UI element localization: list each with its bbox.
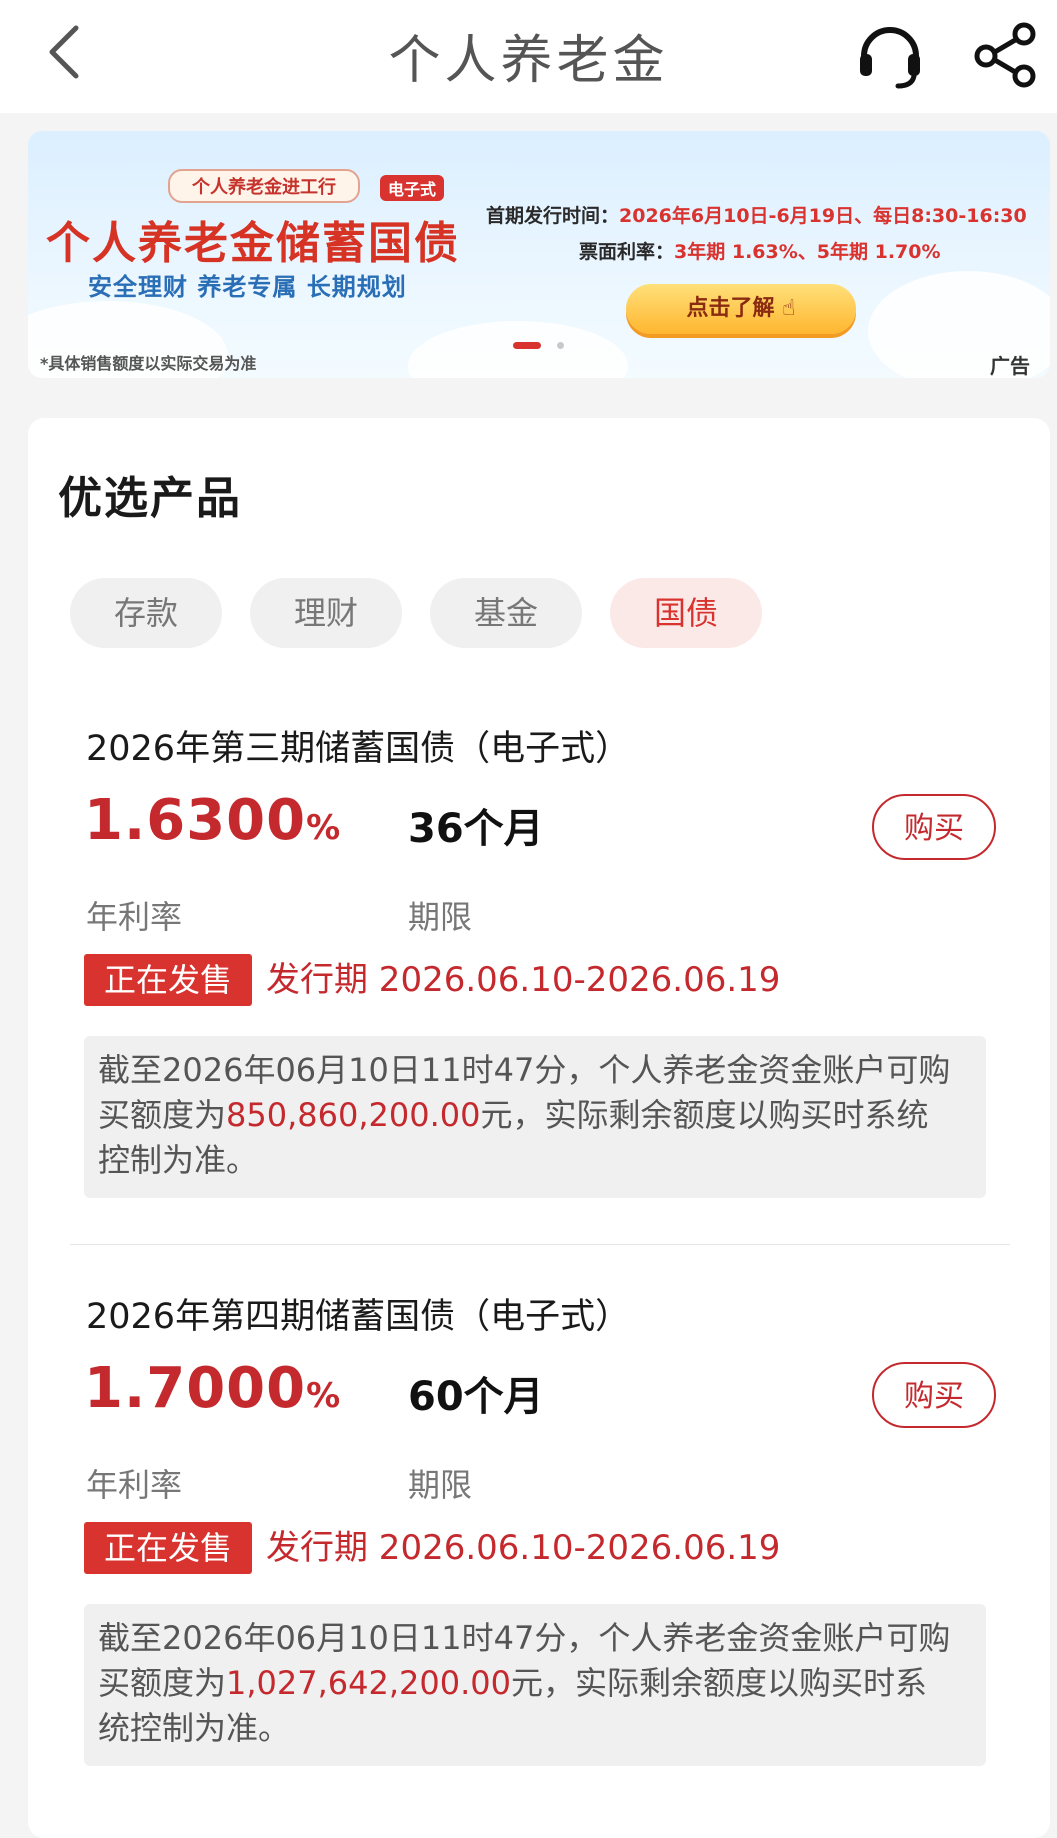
term-value: 36个月 <box>408 806 544 852</box>
rate-label: 票面利率： <box>579 241 675 263</box>
tab-fund[interactable]: 基金 <box>430 578 582 648</box>
banner-issue-info: 首期发行时间：2026年6月10日-6月19日、每日8:30-16:30 <box>486 201 1027 228</box>
tab-deposit[interactable]: 存款 <box>70 578 222 648</box>
term-label: 期限 <box>408 898 473 936</box>
buy-button[interactable]: 购买 <box>872 1362 996 1428</box>
term-value: 60个月 <box>408 1374 544 1420</box>
banner-rate-info: 票面利率：3年期 1.63%、5年期 1.70% <box>579 237 941 264</box>
products-panel: 优选产品 存款 理财 基金 国债 2026年第三期储蓄国债（电子式） 1.630… <box>28 418 1050 1838</box>
product-name: 2026年第四期储蓄国债（电子式） <box>86 1297 631 1337</box>
section-title: 优选产品 <box>58 473 242 524</box>
banner-disclaimer: *具体销售额度以实际交易为准 <box>40 354 257 373</box>
carousel-dot-active[interactable] <box>513 342 541 349</box>
divider <box>70 1244 1010 1245</box>
notice-line: 买额度为1,027,642,200.00元，实际剩余额度以购买时系 <box>98 1661 972 1706</box>
rate-unit: % <box>306 808 342 848</box>
rate-label: 年利率 <box>86 1466 183 1504</box>
banner-title: 个人养老金储蓄国债 <box>46 218 460 269</box>
learn-more-button[interactable]: 点击了解 ☝ <box>626 284 856 334</box>
issue-label: 首期发行时间： <box>486 205 620 227</box>
buy-button[interactable]: 购买 <box>872 794 996 860</box>
ad-label: 广告 <box>990 354 1030 378</box>
status-badge: 正在发售 <box>84 954 252 1006</box>
headset-icon[interactable] <box>852 16 928 92</box>
issue-period: 发行期 2026.06.10-2026.06.19 <box>266 1528 781 1568</box>
top-bar: 个人养老金 <box>0 0 1057 113</box>
notice-line: 控制为准。 <box>98 1141 259 1179</box>
status-badge: 正在发售 <box>84 1522 252 1574</box>
issue-value: 2026年6月10日-6月19日、每日8:30-16:30 <box>619 205 1027 227</box>
notice-text: 元，实际剩余额度以购买时系 <box>511 1664 928 1702</box>
learn-more-label: 点击了解 <box>686 296 775 321</box>
notice-line: 买额度为850,860,200.00元，实际剩余额度以购买时系统 <box>98 1093 972 1138</box>
notice-text: 元，实际剩余额度以购买时系统 <box>480 1096 929 1134</box>
notice-line: 截至2026年06月10日11时47分，个人养老金资金账户可购 <box>98 1051 951 1089</box>
banner-tag: 个人养老金进工行 <box>168 169 360 203</box>
promo-banner[interactable]: 个人养老金进工行 电子式 个人养老金储蓄国债 安全理财 养老专属 长期规划 首期… <box>28 131 1050 378</box>
rate-unit: % <box>306 1376 342 1416</box>
quota-amount: 1,027,642,200.00 <box>226 1664 512 1702</box>
hand-pointer-icon: ☝ <box>782 296 796 321</box>
term-label: 期限 <box>408 1466 473 1504</box>
notice-line: 统控制为准。 <box>98 1709 291 1747</box>
tab-bond[interactable]: 国债 <box>610 578 762 648</box>
quota-notice: 截至2026年06月10日11时47分，个人养老金资金账户可购 买额度为850,… <box>84 1036 986 1198</box>
issue-period: 发行期 2026.06.10-2026.06.19 <box>266 960 781 1000</box>
tab-wealth[interactable]: 理财 <box>250 578 402 648</box>
notice-line: 截至2026年06月10日11时47分，个人养老金资金账户可购 <box>98 1619 951 1657</box>
notice-text: 买额度为 <box>98 1664 227 1702</box>
rate-value: 3年期 1.63%、5年期 1.70% <box>674 241 941 263</box>
quota-notice: 截至2026年06月10日11时47分，个人养老金资金账户可购 买额度为1,02… <box>84 1604 986 1766</box>
banner-subtitle: 安全理财 养老专属 长期规划 <box>88 273 407 301</box>
share-icon[interactable] <box>968 16 1044 92</box>
rate-label: 年利率 <box>86 898 183 936</box>
carousel-dot[interactable] <box>557 342 564 349</box>
notice-text: 买额度为 <box>98 1096 227 1134</box>
interest-rate: 1.6300% <box>84 788 341 853</box>
banner-electronic-tag: 电子式 <box>380 175 445 201</box>
interest-rate: 1.7000% <box>84 1356 341 1421</box>
quota-amount: 850,860,200.00 <box>226 1096 481 1134</box>
rate-value: 1.6300 <box>84 788 307 853</box>
product-name: 2026年第三期储蓄国债（电子式） <box>86 729 631 769</box>
rate-value: 1.7000 <box>84 1356 307 1421</box>
cloud-decoration <box>408 321 628 378</box>
